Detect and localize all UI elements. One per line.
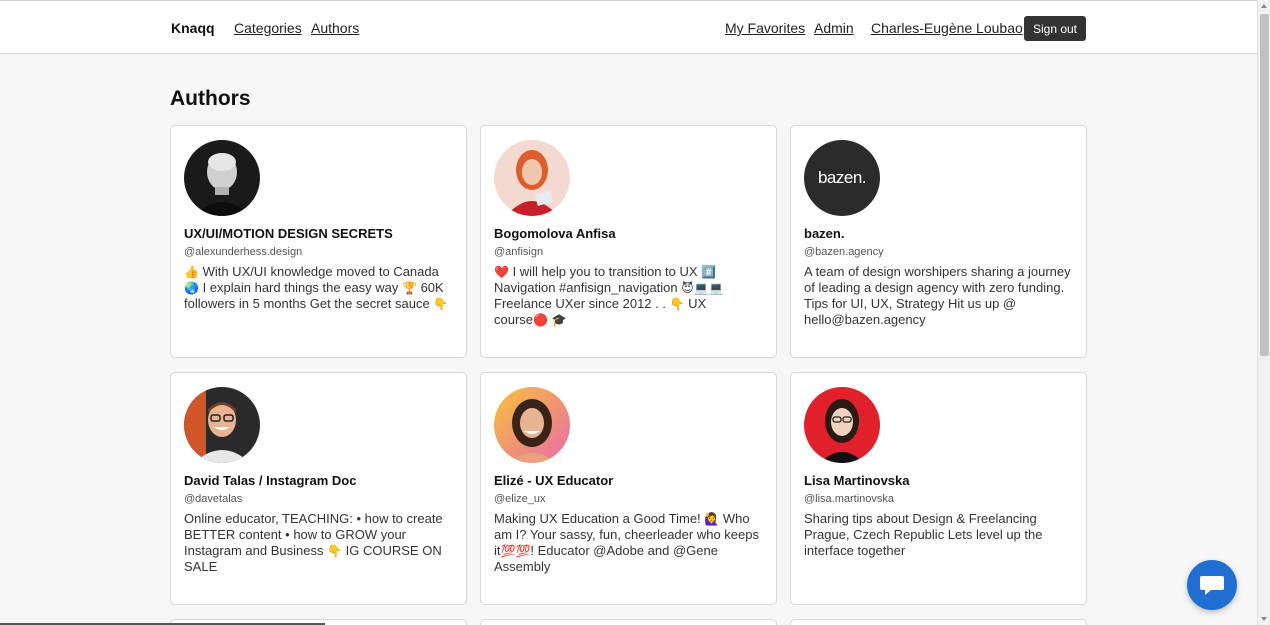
author-name: Elizé - UX Educator [494,473,614,488]
scrollbar-thumb[interactable] [1260,14,1269,356]
author-handle: @anfisign [494,246,544,258]
point-down-icon: 👇 [327,544,343,558]
hundred-points-icon: 💯💯 [500,544,531,558]
sign-out-button[interactable]: Sign out [1024,16,1086,41]
author-card[interactable]: David Talas / Instagram Doc @davetalas O… [170,372,467,605]
author-avatar [184,140,260,216]
thumbs-up-icon: 👍 [184,265,199,279]
graduation-cap-icon: 🎓 [551,313,567,327]
scroll-down-arrow-icon[interactable] [1261,617,1267,621]
hash-icon: #️⃣ [701,265,717,279]
author-handle: @alexunderhess.design [184,246,303,258]
chat-button[interactable] [1187,560,1237,610]
author-avatar [494,140,570,216]
author-card-partial[interactable] [790,619,1087,625]
chat-bubble-icon [1200,576,1224,595]
author-card[interactable]: UX/UI/MOTION DESIGN SECRETS @alexunderhe… [170,125,467,358]
author-handle: @lisa.martinovska [804,493,895,505]
author-bio: Making UX Education a Good Time! 🙋‍♀️ Wh… [494,511,759,574]
author-avatar [804,387,880,463]
author-bio: Sharing tips about Design & Freelancing … [804,511,1043,558]
author-card[interactable]: Bogomolova Anfisa @anfisign ❤️ I will he… [480,125,777,358]
page-title: Authors [170,87,251,110]
author-card[interactable]: Lisa Martinovska @lisa.martinovska Shari… [790,372,1087,605]
author-bio: ❤️ I will help you to transition to UX #… [494,264,724,327]
author-name: bazen. [804,226,845,241]
trophy-icon: 🏆 [402,281,417,295]
author-card[interactable]: Elizé - UX Educator @elize_ux Making UX … [480,372,777,605]
author-card[interactable]: bazen. bazen. @bazen.agency A team of de… [790,125,1087,358]
heart-icon: ❤️ [494,265,509,279]
nav-categories-link[interactable]: Categories [234,20,302,36]
top-navbar: Knaqq Categories Authors My Favorites Ad… [0,0,1257,54]
point-down-icon: 👇 [669,297,685,311]
devil-laptops-icon: 😈💻💻 [681,281,724,295]
author-name: David Talas / Instagram Doc [184,473,357,488]
authors-grid: UX/UI/MOTION DESIGN SECRETS @alexunderhe… [170,125,1087,625]
author-handle: @elize_ux [494,493,546,505]
author-avatar [494,387,570,463]
globe-icon: 🌏 [184,281,199,295]
nav-user-profile-link[interactable]: Charles-Eugène Loubao [871,20,1023,36]
author-name: Bogomolova Anfisa [494,226,616,241]
author-handle: @davetalas [184,493,243,505]
author-name: UX/UI/MOTION DESIGN SECRETS [184,226,393,241]
scroll-up-arrow-icon[interactable] [1261,4,1267,8]
nav-admin-link[interactable]: Admin [814,20,854,36]
point-down-icon: 👇 [433,297,449,311]
author-bio: 👍 With UX/UI knowledge moved to Canada 🌏… [184,264,449,311]
author-handle: @bazen.agency [804,246,884,258]
author-name: Lisa Martinovska [804,473,910,488]
bazen-logo: bazen. [817,168,867,187]
nav-my-favorites-link[interactable]: My Favorites [725,20,805,36]
vertical-scrollbar[interactable] [1257,0,1270,625]
red-circle-icon: 🔴 [533,313,548,327]
author-bio: A team of design worshipers sharing a jo… [804,264,1071,327]
author-avatar [184,387,260,463]
nav-authors-link[interactable]: Authors [311,20,359,36]
brand-logo[interactable]: Knaqq [171,20,215,36]
raising-hand-icon: 🙋‍♀️ [704,512,720,526]
author-card-partial[interactable] [480,619,777,625]
author-bio: Online educator, TEACHING: • how to crea… [184,511,443,574]
author-avatar: bazen. [804,140,880,216]
